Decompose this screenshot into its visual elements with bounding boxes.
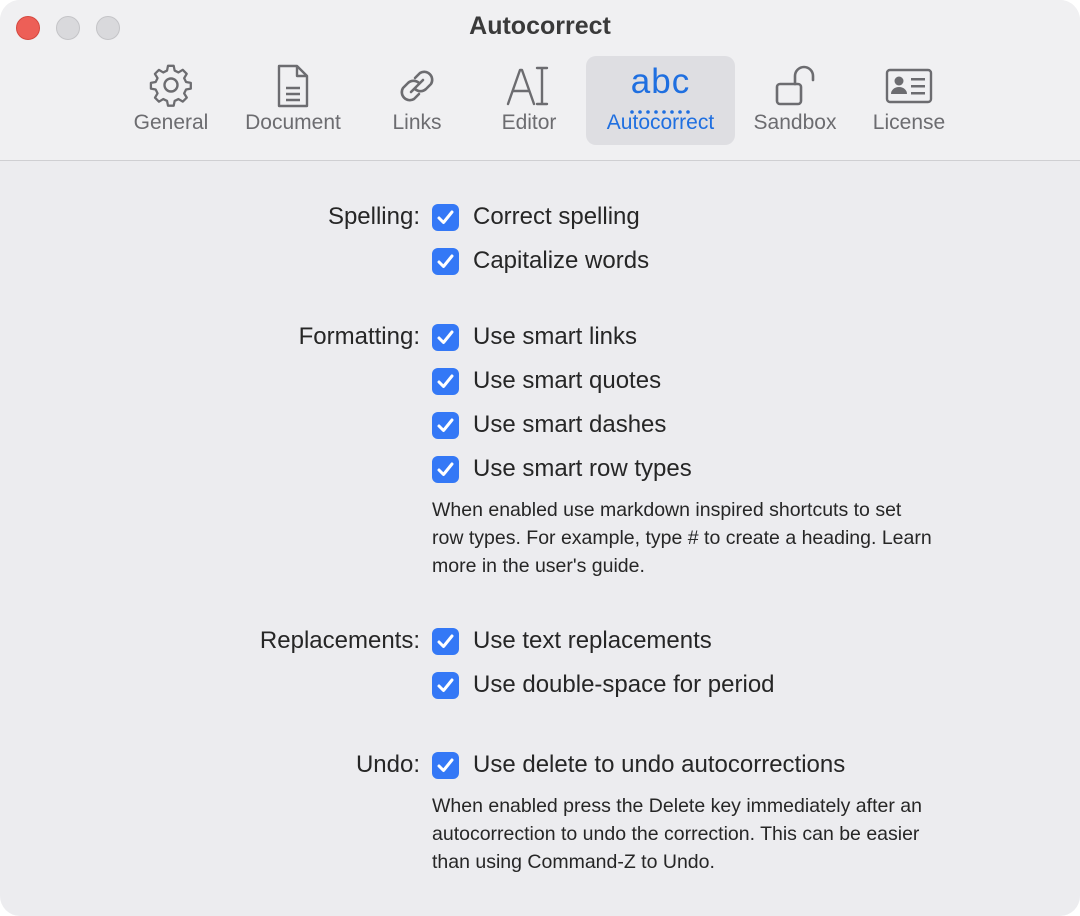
tab-links[interactable]: Links xyxy=(374,56,460,145)
checkmark-icon xyxy=(437,374,454,388)
option-label: Use smart row types xyxy=(473,455,692,482)
checkmark-icon xyxy=(437,634,454,648)
preferences-window: Autocorrect General Document Links Edito… xyxy=(0,0,1080,916)
option-label: Use smart links xyxy=(473,323,638,350)
checkbox-checked[interactable] xyxy=(432,368,459,395)
tab-label: License xyxy=(872,111,946,134)
description-line: autocorrection to undo the correction. T… xyxy=(432,823,920,845)
checkmark-icon xyxy=(437,254,454,268)
toolbar: Autocorrect General Document Links Edito… xyxy=(0,0,1080,161)
checkbox-checked[interactable] xyxy=(432,248,459,275)
checkmark-icon xyxy=(437,462,454,476)
window-title: Autocorrect xyxy=(469,12,611,40)
tab-label: Links xyxy=(392,111,442,134)
checkbox-checked[interactable] xyxy=(432,672,459,699)
description-line: When enabled press the Delete key immedi… xyxy=(432,795,922,817)
document-icon xyxy=(232,64,354,108)
autocorrect-settings-panel: Spelling: Correct spelling Capitalize wo… xyxy=(0,161,1080,916)
option-label: Capitalize words xyxy=(473,247,650,274)
checkbox-checked[interactable] xyxy=(432,324,459,351)
replacements-label: Replacements: xyxy=(259,627,420,654)
checkmark-icon xyxy=(437,418,454,432)
checkbox-checked[interactable] xyxy=(432,628,459,655)
option-label: Use smart quotes xyxy=(473,367,662,394)
tab-general[interactable]: General xyxy=(122,56,220,145)
tab-label: Autocorrect xyxy=(606,111,715,134)
spelling-label: Spelling: xyxy=(327,203,420,230)
tab-label: Document xyxy=(245,111,341,134)
tab-autocorrect[interactable]: abc Autocorrect xyxy=(586,56,735,145)
checkmark-icon xyxy=(437,758,454,772)
link-icon xyxy=(374,64,460,108)
formatting-label: Formatting: xyxy=(298,323,420,350)
description-line: When enabled use markdown inspired short… xyxy=(432,499,902,521)
tab-license[interactable]: License xyxy=(860,56,958,145)
text-cursor-icon xyxy=(486,64,572,108)
description-line: than using Command-Z to Undo. xyxy=(432,851,715,873)
tab-sandbox[interactable]: Sandbox xyxy=(744,56,846,145)
checkbox-checked[interactable] xyxy=(432,752,459,779)
tab-editor[interactable]: Editor xyxy=(486,56,572,145)
delete-to-undo-description: When enabled press the Delete key immedi… xyxy=(432,792,1052,876)
gear-icon xyxy=(122,64,220,108)
checkbox-checked[interactable] xyxy=(432,204,459,231)
checkbox-checked[interactable] xyxy=(432,456,459,483)
checkbox-checked[interactable] xyxy=(432,412,459,439)
checkmark-icon xyxy=(437,210,454,224)
tab-label: General xyxy=(133,111,209,134)
option-label: Correct spelling xyxy=(473,203,640,230)
tab-label: Editor xyxy=(501,111,557,134)
option-label: Use text replacements xyxy=(473,627,712,654)
description-line: row types. For example, type # to create… xyxy=(432,527,932,549)
tab-document[interactable]: Document xyxy=(232,56,354,145)
unlocked-lock-icon xyxy=(744,64,846,108)
checkmark-icon xyxy=(437,678,454,692)
smart-row-types-description: When enabled use markdown inspired short… xyxy=(432,496,1052,580)
checkmark-icon xyxy=(437,330,454,344)
tab-label: Sandbox xyxy=(753,111,837,134)
description-line: more in the user's guide. xyxy=(432,555,645,577)
option-label: Use delete to undo autocorrections xyxy=(473,751,846,778)
id-card-icon xyxy=(860,64,958,108)
option-label: Use double-space for period xyxy=(473,671,775,698)
option-label: Use smart dashes xyxy=(473,411,667,438)
undo-label: Undo: xyxy=(355,751,420,778)
